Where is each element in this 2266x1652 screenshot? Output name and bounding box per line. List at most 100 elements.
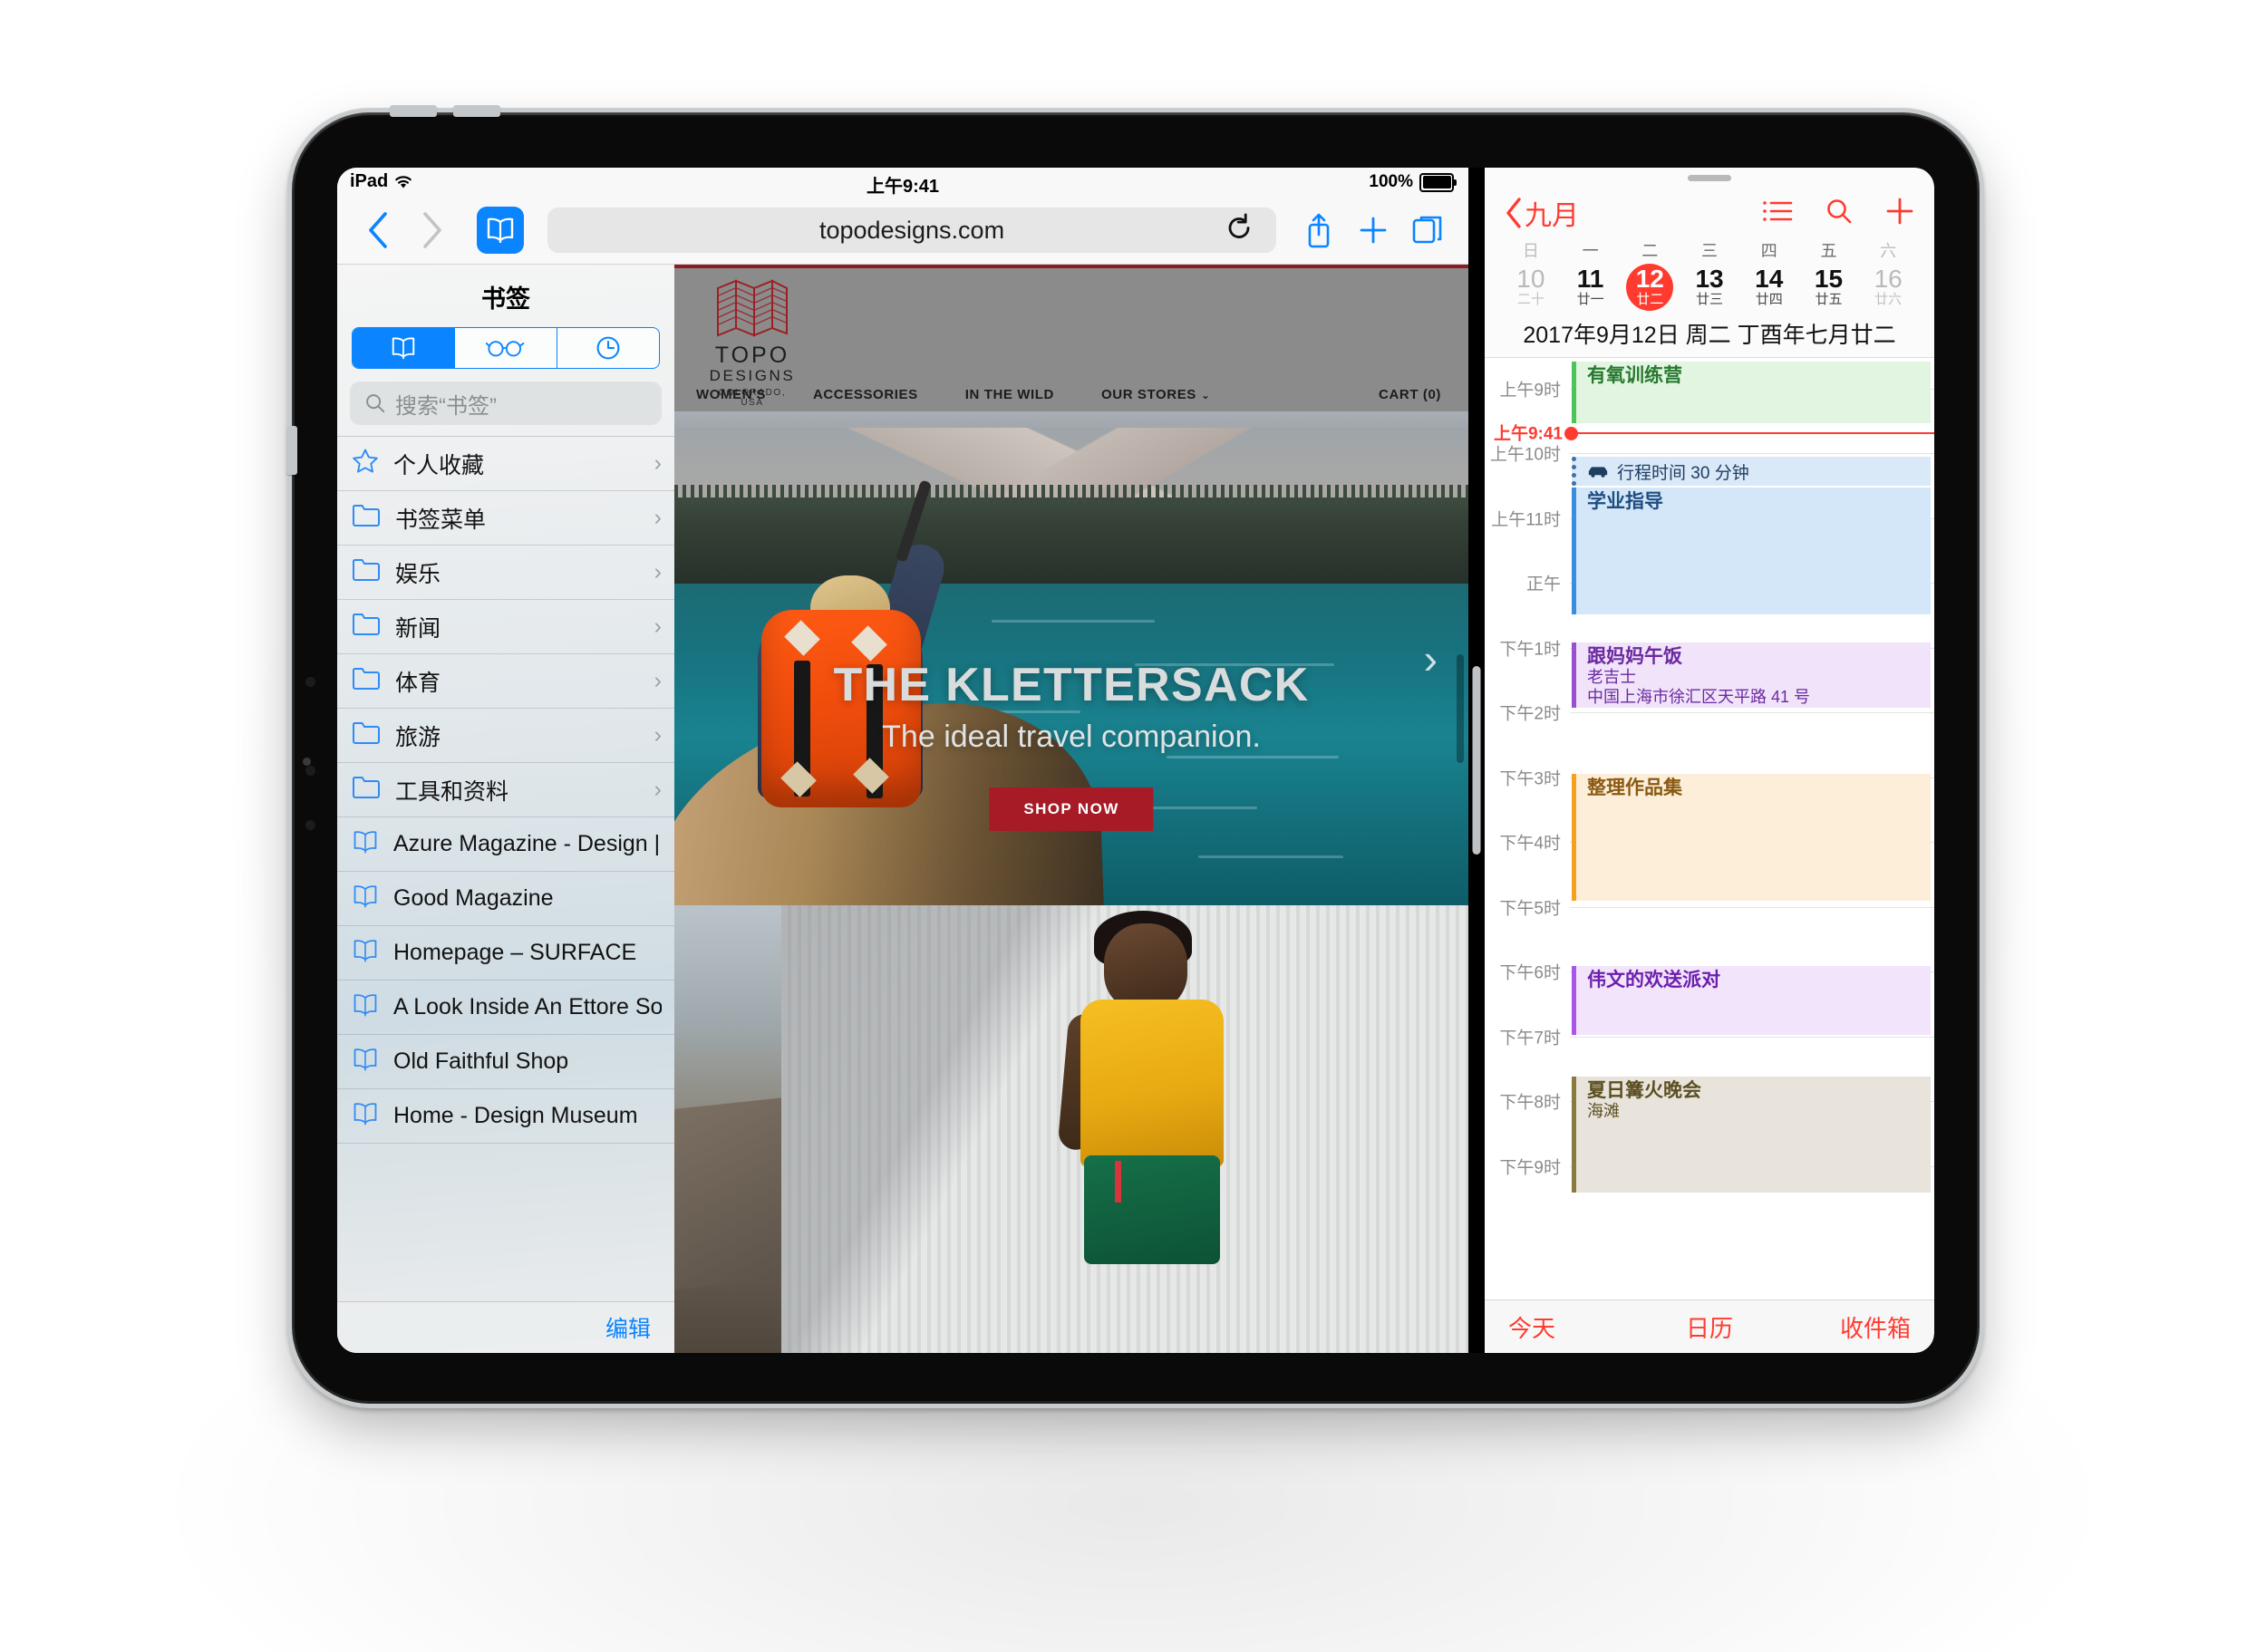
reload-icon[interactable] (1225, 213, 1253, 247)
calendar-event[interactable]: 夏日篝火晚会 海滩 (1572, 1076, 1931, 1193)
bookmark-row[interactable]: Azure Magazine - Design | Arc… (337, 817, 674, 872)
bookmark-row[interactable]: 娱乐 › (337, 546, 674, 600)
day-cell[interactable]: 14 廿四 (1739, 264, 1799, 310)
calendar-event[interactable]: 有氧训练营 (1572, 361, 1931, 423)
volume-up-button[interactable] (390, 105, 437, 117)
volume-down-button[interactable] (453, 105, 500, 117)
bookmark-row[interactable]: Good Magazine (337, 872, 674, 926)
day-number: 14 (1755, 265, 1784, 293)
nav-cart[interactable]: CART (0) (1379, 387, 1441, 402)
hour-label: 下午7时 (1499, 1029, 1561, 1048)
show-tabs-button[interactable] (1403, 206, 1452, 255)
chevron-down-icon: ⌄ (1200, 389, 1211, 401)
bookmark-label: 书签菜单 (395, 507, 487, 533)
event-subtitle: 海滩 (1587, 1102, 1620, 1121)
tab-history[interactable] (557, 328, 659, 368)
bookmark-row[interactable]: A Look Inside An Ettore Sottsa… (337, 981, 674, 1035)
ipad-screen: iPad 上午9:41 100% topodesigns.com 书签 搜索“书… (337, 168, 1934, 1353)
calendar-actions (1762, 197, 1914, 230)
today-button[interactable]: 今天 (1485, 1310, 1642, 1344)
new-tab-button[interactable] (1349, 206, 1398, 255)
bookmark-icon (353, 940, 377, 962)
nav-item-accessories[interactable]: ACCESSORIES (813, 387, 918, 402)
calendar-week-strip[interactable]: 日一二三四五六 10 二十 11 廿一 12 廿二 13 廿三 14 廿四 15 廿五 16 廿六 (1485, 238, 1934, 314)
event-title: 夏日篝火晚会 (1587, 1079, 1701, 1101)
hero-banner[interactable]: THE KLETTERSACK The ideal travel compani… (674, 411, 1468, 905)
section-image-model[interactable] (781, 905, 1468, 1353)
day-cell[interactable]: 13 廿三 (1680, 264, 1739, 310)
bookmark-row[interactable]: 旅游 › (337, 709, 674, 763)
chevron-right-icon[interactable]: › (1424, 634, 1438, 683)
bookmark-icon (353, 885, 377, 908)
book-icon (392, 337, 415, 360)
hero-subtitle: The ideal travel companion. (882, 720, 1261, 754)
address-bar[interactable]: topodesigns.com (547, 208, 1276, 253)
bookmark-row[interactable]: 体育 › (337, 654, 674, 709)
travel-time-chip[interactable]: 行程时间 30 分钟 (1572, 457, 1931, 487)
folder-icon (352, 720, 381, 750)
bookmark-row[interactable]: Homepage – SURFACE (337, 926, 674, 981)
page-scrollbar[interactable] (1457, 654, 1464, 763)
list-icon[interactable] (1762, 199, 1793, 227)
hour-gridline (1570, 1036, 1934, 1038)
bookmark-row[interactable]: Home - Design Museum (337, 1089, 674, 1144)
day-timeline[interactable]: 上午9时 上午10时 上午11时 正午 下午1时 下午2时 下午3时 下午4时 下午5时 下午6时… (1485, 357, 1934, 1299)
day-number: 15 (1814, 265, 1844, 293)
nav-item-in-the-wild[interactable]: IN THE WILD (965, 387, 1054, 402)
web-page-content[interactable]: TOPO DESIGNS COLORADO, USA WOMEN'S ACCES… (674, 265, 1468, 1353)
sidebar-toggle-button[interactable] (477, 207, 524, 254)
day-cell[interactable]: 11 廿一 (1561, 264, 1621, 310)
bookmark-label: 新闻 (395, 615, 441, 642)
calendar-event[interactable]: 伟文的欢送派对 (1572, 966, 1931, 1036)
bookmark-row[interactable]: 个人收藏 › (337, 437, 674, 491)
hour-label: 下午2时 (1499, 704, 1561, 724)
folder-icon (352, 503, 381, 533)
day-cell-today[interactable]: 12 廿二 (1620, 264, 1680, 311)
day-lunar: 廿六 (1874, 292, 1903, 308)
shop-now-button[interactable]: SHOP NOW (989, 787, 1154, 831)
event-title: 跟妈妈午饭 (1587, 645, 1682, 667)
day-cell[interactable]: 16 廿六 (1858, 264, 1918, 310)
tab-bookmarks[interactable] (353, 328, 455, 368)
slideover-grabber[interactable] (1485, 168, 1934, 188)
tab-reading-list[interactable] (455, 328, 557, 368)
day-number: 12 (1635, 265, 1664, 293)
page-load-progress (674, 265, 1468, 268)
calendars-button[interactable]: 日历 (1642, 1310, 1777, 1344)
back-button[interactable] (353, 206, 402, 255)
search-icon[interactable] (1825, 198, 1853, 229)
event-subtitle: 老吉士 (1587, 668, 1636, 687)
plus-icon[interactable] (1885, 197, 1914, 230)
site-header: TOPO DESIGNS COLORADO, USA WOMEN'S ACCES… (674, 265, 1468, 411)
weekday-header: 五 (1820, 242, 1837, 260)
bookmarks-list[interactable]: 个人收藏 › 书签菜单 › 娱乐 › 新闻 › 体育 › 旅游 › 工具和资料 › Azure… (337, 436, 674, 1301)
event-location: 中国上海市徐汇区天平路 41 号 (1587, 688, 1811, 707)
bookmark-row[interactable]: 新闻 › (337, 600, 674, 654)
nav-item-our-stores[interactable]: OUR STORES ⌄ (1101, 387, 1211, 402)
forward-button[interactable] (408, 206, 457, 255)
calendar-event[interactable]: 整理作品集 (1572, 773, 1931, 901)
nav-item-womens[interactable]: WOMEN'S (696, 387, 766, 402)
share-button[interactable] (1294, 206, 1343, 255)
search-input[interactable]: 搜索“书签” (350, 382, 662, 425)
day-cell[interactable]: 10 二十 (1501, 264, 1561, 310)
inbox-button[interactable]: 收件箱 (1777, 1310, 1934, 1344)
bookmark-label: 体育 (395, 670, 441, 696)
split-view-divider[interactable] (1468, 168, 1485, 1353)
chevron-right-icon: › (654, 559, 662, 584)
calendar-event[interactable]: 学业指导 (1572, 488, 1931, 615)
power-button[interactable] (286, 426, 297, 475)
calendar-toolbar: 今天 日历 收件箱 (1485, 1299, 1934, 1353)
back-to-month-button[interactable]: 九月 (1505, 193, 1579, 233)
section-image-landscape[interactable] (674, 905, 781, 1353)
bookmark-icon (352, 884, 379, 913)
sensor-dot-4 (303, 758, 311, 766)
battery-percent-label: 100% (1369, 172, 1413, 191)
edit-button[interactable]: 编辑 (605, 1311, 651, 1344)
bookmark-row[interactable]: 书签菜单 › (337, 491, 674, 546)
bookmark-row[interactable]: Old Faithful Shop (337, 1035, 674, 1089)
bookmark-row[interactable]: 工具和资料 › (337, 763, 674, 817)
split-view-drag-handle[interactable] (1472, 666, 1481, 855)
calendar-event[interactable]: 跟妈妈午饭 老吉士 中国上海市徐汇区天平路 41 号 (1572, 642, 1931, 708)
day-cell[interactable]: 15 廿五 (1799, 264, 1859, 310)
